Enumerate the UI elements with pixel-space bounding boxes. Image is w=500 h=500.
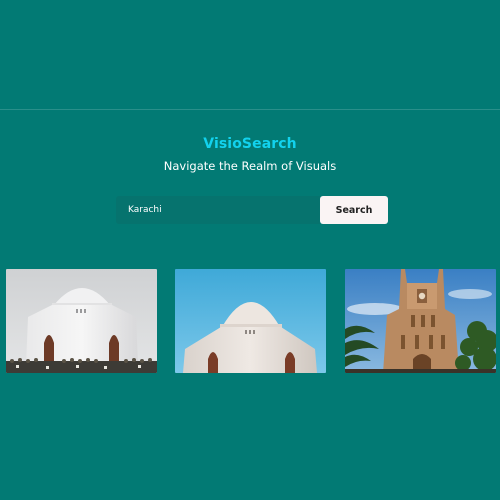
app-title: VisioSearch [203, 136, 297, 152]
result-image[interactable] [175, 269, 326, 373]
result-image[interactable] [6, 269, 157, 373]
search-button[interactable]: Search [320, 196, 388, 224]
top-banner [0, 0, 500, 109]
result-image[interactable] [345, 269, 496, 373]
search-bar: Search [116, 196, 388, 224]
search-input[interactable] [116, 196, 320, 224]
results-grid [6, 269, 496, 373]
app-tagline: Navigate the Realm of Visuals [163, 159, 337, 173]
header-divider [0, 109, 500, 110]
